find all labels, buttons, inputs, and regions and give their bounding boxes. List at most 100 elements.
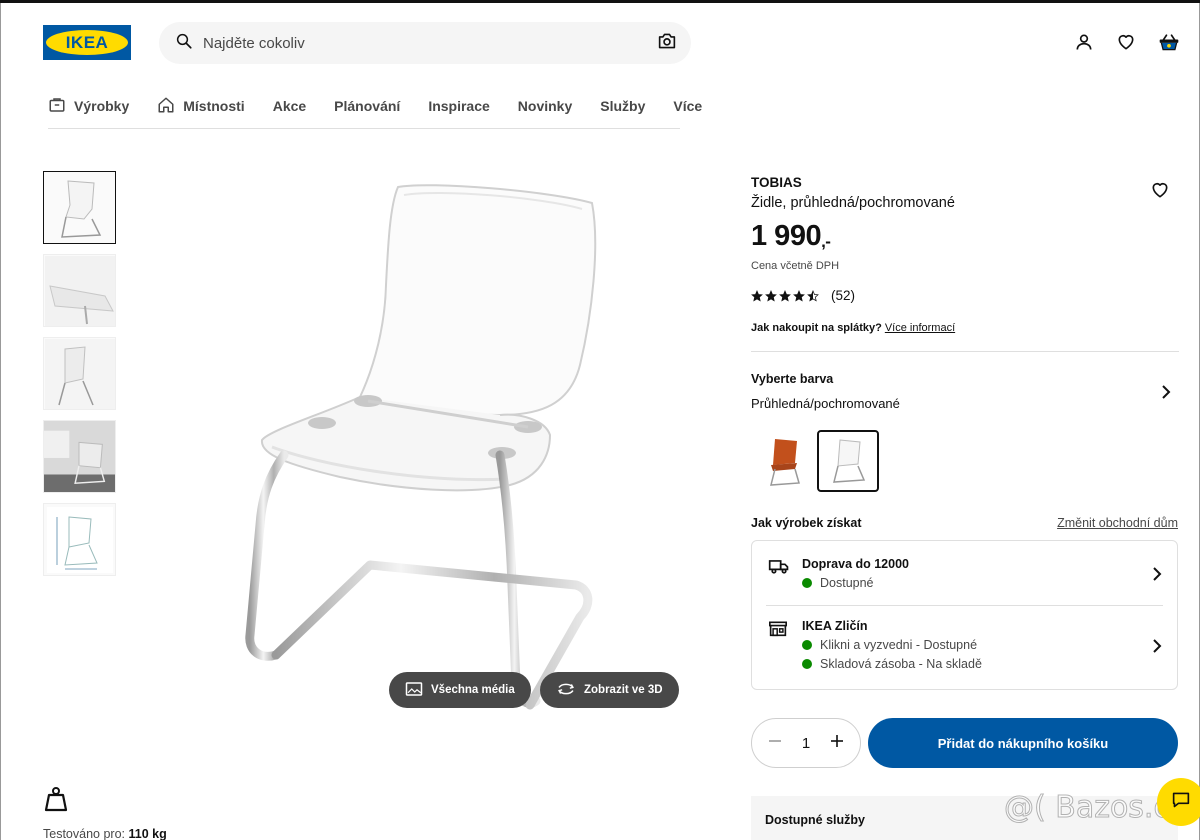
status-dot — [802, 578, 812, 588]
review-count: (52) — [831, 288, 856, 303]
color-heading: Vyberte barva — [751, 372, 834, 386]
installments-link[interactable]: Více informací — [885, 322, 955, 334]
thumbnail-2[interactable] — [43, 254, 116, 327]
thumbnail-5[interactable] — [43, 503, 116, 576]
weight-icon — [43, 787, 69, 816]
store-title: IKEA Zličín — [802, 619, 868, 633]
delivery-title: Doprava do 12000 — [802, 557, 909, 571]
status-dot — [802, 659, 812, 669]
product-main-image[interactable] — [200, 165, 680, 725]
nav-item-rooms[interactable]: Místnosti — [157, 96, 245, 117]
rating-stars — [751, 289, 819, 302]
nav-label: Inspirace — [428, 98, 490, 114]
status-dot — [802, 640, 812, 650]
vat-note: Cena včetně DPH — [751, 260, 840, 272]
gallery-thumbnails — [43, 171, 116, 586]
thumbnail-1[interactable] — [43, 171, 116, 244]
quantity-stepper: 1 — [751, 718, 861, 768]
delivery-row[interactable]: Doprava do 12000 Dostupné — [768, 557, 1163, 590]
chevron-right-icon[interactable] — [1159, 384, 1173, 405]
products-icon — [48, 96, 66, 117]
view-3d-button[interactable]: Zobrazit ve 3D — [540, 672, 679, 708]
ikea-logo[interactable]: IKEA — [43, 25, 131, 60]
price-suffix: ,- — [821, 232, 831, 251]
truck-icon — [768, 557, 790, 580]
nav-item-products[interactable]: Výrobky — [48, 96, 129, 117]
all-media-label: Všechna média — [431, 684, 515, 696]
section-divider — [751, 351, 1179, 352]
nav-label: Akce — [272, 98, 307, 114]
nav-label: Více — [673, 98, 703, 114]
star-icon — [807, 289, 819, 302]
click-collect-status: Klikni a vyzvedni - Dostupné — [802, 638, 1163, 652]
nav-item-news[interactable]: Novinky — [518, 98, 572, 114]
nav-item-more[interactable]: Více — [673, 98, 702, 114]
availability-divider — [766, 605, 1163, 606]
nav-label: Výrobky — [74, 98, 130, 114]
installments-info: Jak nakoupit na splátky? Více informací — [751, 322, 955, 334]
star-icon — [779, 289, 791, 302]
chat-icon — [1171, 791, 1191, 814]
product-name: TOBIAS — [751, 175, 802, 190]
color-selected-value: Průhledná/pochromované — [751, 396, 900, 411]
product-rating[interactable]: (52) — [751, 288, 855, 303]
nav-label: Místnosti — [183, 98, 245, 114]
star-icon — [765, 289, 777, 302]
search-input[interactable]: Najděte cokoliv — [203, 35, 657, 52]
product-price: 1 990,- — [751, 220, 831, 253]
thumbnail-4[interactable] — [43, 420, 116, 493]
how-to-get-heading: Jak výrobek získat — [751, 516, 862, 530]
change-store-link[interactable]: Změnit obchodní dům — [1057, 516, 1178, 530]
window-edge-left — [0, 0, 1, 840]
search-bar[interactable]: Najděte cokoliv — [159, 22, 691, 64]
plus-icon[interactable] — [830, 734, 844, 752]
chevron-right-icon — [1151, 567, 1163, 586]
gallery-icon — [405, 681, 423, 700]
view-3d-label: Zobrazit ve 3D — [584, 684, 663, 696]
all-media-button[interactable]: Všechna média — [389, 672, 531, 708]
home-icon — [157, 96, 175, 117]
search-icon — [175, 32, 193, 55]
click-collect-text: Klikni a vyzvedni - Dostupné — [820, 638, 978, 652]
tested-value: 110 kg — [128, 827, 167, 840]
main-navigation: Výrobky Místnosti Akce Plánování Inspira… — [48, 84, 702, 129]
store-icon — [768, 619, 788, 642]
delivery-status-text: Dostupné — [820, 576, 874, 590]
nav-item-services[interactable]: Služby — [600, 98, 645, 114]
stock-status: Skladová zásoba - Na skladě — [802, 657, 1163, 671]
wishlist-heart-icon[interactable] — [1150, 180, 1170, 205]
user-icon[interactable] — [1074, 32, 1094, 57]
minus-icon[interactable] — [768, 734, 782, 752]
quantity-value[interactable]: 1 — [802, 735, 810, 752]
chevron-right-icon — [1151, 639, 1163, 658]
nav-label: Novinky — [517, 98, 573, 114]
chat-button[interactable] — [1157, 778, 1200, 826]
installments-question: Jak nakoupit na splátky? — [751, 322, 882, 334]
nav-label: Plánování — [334, 98, 401, 114]
color-option-transparent[interactable] — [817, 430, 879, 492]
services-heading: Dostupné služby — [765, 813, 866, 827]
logo-text: IKEA — [65, 32, 109, 52]
nav-label: Služby — [600, 98, 646, 114]
thumbnail-3[interactable] — [43, 337, 116, 410]
store-row[interactable]: IKEA Zličín Klikni a vyzvedni - Dostupné… — [768, 619, 1163, 671]
nav-item-planning[interactable]: Plánování — [334, 98, 400, 114]
add-to-cart-button[interactable]: Přidat do nákupního košíku — [868, 718, 1178, 768]
rotate-3d-icon — [556, 681, 576, 700]
nav-item-deals[interactable]: Akce — [273, 98, 306, 114]
basket-icon[interactable] — [1158, 32, 1180, 57]
nav-item-inspiration[interactable]: Inspirace — [428, 98, 489, 114]
tested-label: Testováno pro: — [43, 827, 125, 840]
availability-box: Doprava do 12000 Dostupné IKEA Zličín Kl… — [751, 540, 1178, 690]
star-icon — [793, 289, 805, 302]
logo-oval: IKEA — [46, 30, 128, 55]
heart-icon[interactable] — [1116, 32, 1136, 57]
camera-icon[interactable] — [657, 32, 677, 55]
product-description: Židle, průhledná/pochromované — [751, 195, 955, 211]
color-option-orange[interactable] — [752, 430, 814, 492]
browser-top-border — [0, 0, 1200, 3]
star-icon — [751, 289, 763, 302]
stock-text: Skladová zásoba - Na skladě — [820, 657, 982, 671]
delivery-status: Dostupné — [802, 576, 1163, 590]
tested-weight-info: Testováno pro: 110 kg — [43, 786, 167, 840]
